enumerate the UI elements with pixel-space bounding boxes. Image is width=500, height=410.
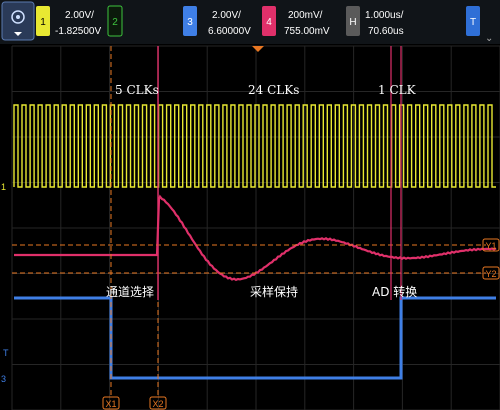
- annotation-24-clks: 24 CLKs: [248, 83, 299, 97]
- y2-marker-label: Y2: [485, 269, 496, 279]
- channel-1-number: 1: [40, 17, 46, 28]
- trigger-box[interactable]: T: [466, 6, 480, 36]
- ch1-ground-marker: 1: [1, 182, 6, 192]
- x1-marker-label: X1: [105, 399, 116, 409]
- annotation-ad-convert: AD 转换: [372, 284, 417, 299]
- channel-4-offset: 755.00mV: [284, 26, 330, 37]
- ch3-ground-marker: 3: [1, 374, 6, 384]
- channel-1-trace: [13, 104, 496, 188]
- annotation-5-clks: 5 CLKs: [115, 83, 159, 97]
- timebase-delay: 70.60us: [368, 26, 404, 37]
- trigger-key: T: [470, 17, 476, 28]
- channel-3-scale: 2.00V/: [212, 10, 241, 21]
- timebase-scale: 1.000us/: [365, 10, 404, 21]
- channel-2-number: 2: [112, 17, 118, 28]
- channel-1-scale: 2.00V/: [65, 10, 94, 21]
- annotation-sample-hold: 采样保持: [250, 284, 298, 299]
- horizontal-key: H: [349, 17, 356, 28]
- oscilloscope-logo-icon[interactable]: [1, 1, 35, 41]
- channel-4-scale: 200mV/: [288, 10, 323, 21]
- toolbar: 1 2.00V/ -1.82500V 2 3 2.00V/ 6.60000V 4…: [0, 0, 500, 44]
- channel-3-offset: 6.60000V: [208, 26, 251, 37]
- annotation-1-clk: 1 CLK: [378, 83, 417, 97]
- channel-3-number: 3: [187, 17, 193, 28]
- channel-4-number: 4: [266, 17, 272, 28]
- channel-2-box[interactable]: 2: [107, 5, 123, 37]
- oscilloscope-screen: 1 2.00V/ -1.82500V 2 3 2.00V/ 6.60000V 4…: [0, 0, 500, 410]
- waveform-area: 1 3 T: [1, 45, 500, 410]
- annotation-channel-select: 通道选择: [106, 285, 154, 299]
- y1-marker-label: Y1: [485, 241, 496, 251]
- chevron-down-icon[interactable]: ⌄: [485, 33, 493, 44]
- x2-marker-label: X2: [152, 399, 163, 409]
- channel-1-offset: -1.82500V: [55, 26, 101, 37]
- trigger-level-marker: T: [3, 348, 9, 358]
